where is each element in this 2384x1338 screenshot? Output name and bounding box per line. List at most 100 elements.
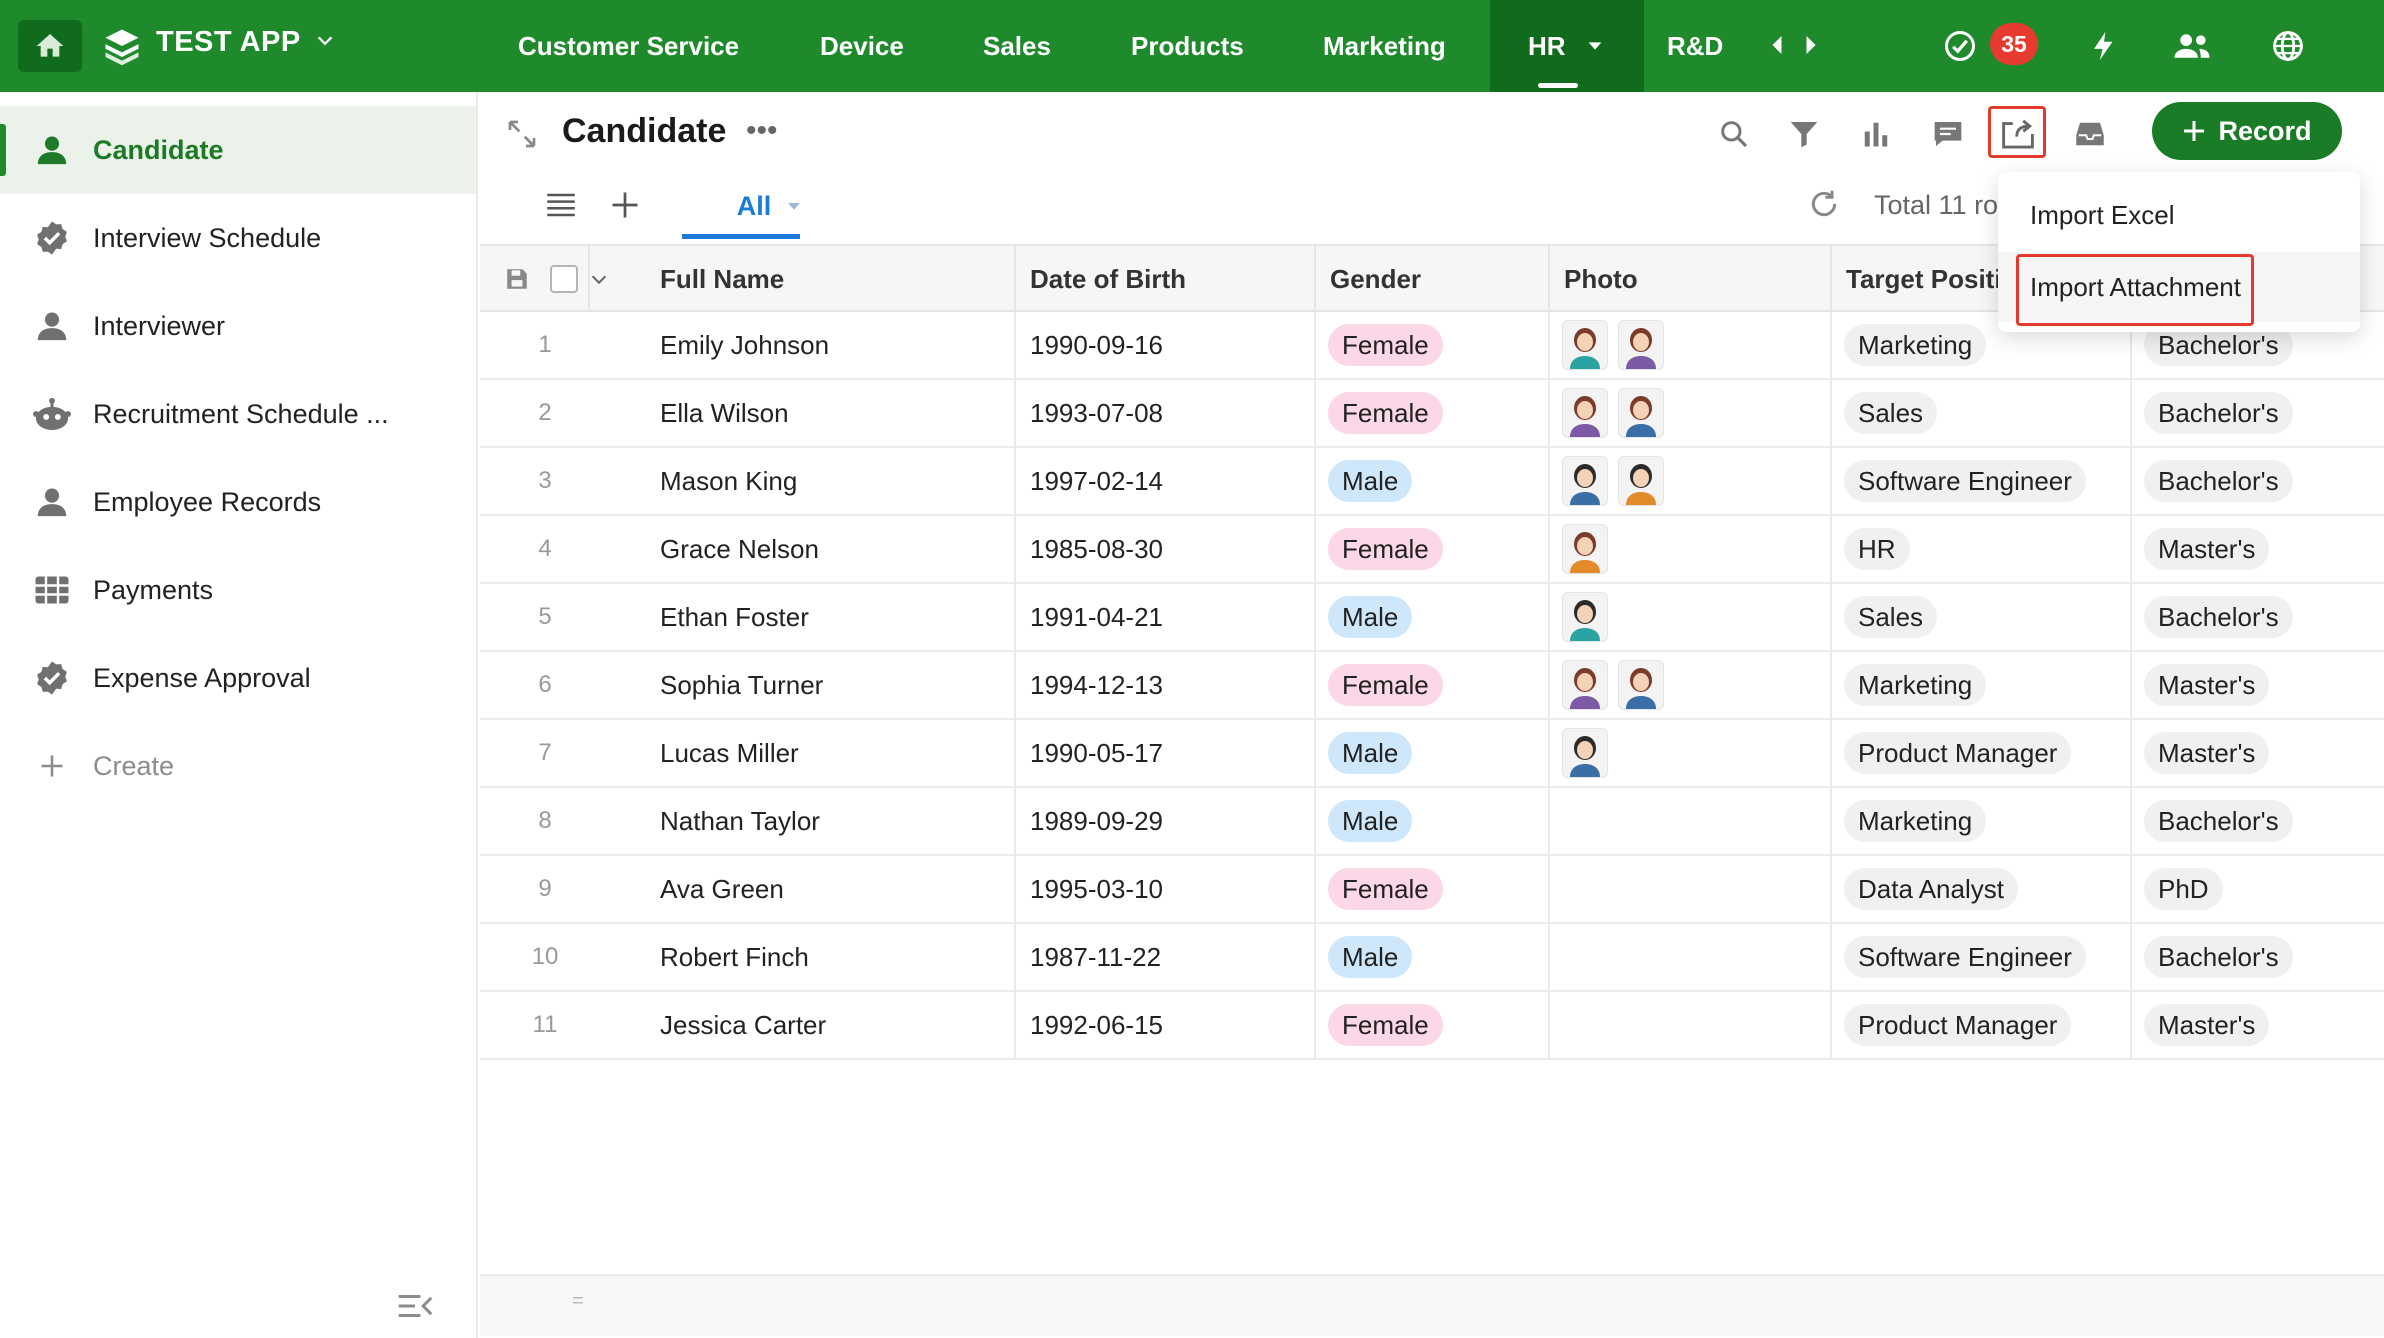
cell-date-of-birth[interactable]: 1987-11-22 (1016, 924, 1316, 990)
cell-target-position[interactable]: Product Manager (1832, 720, 2132, 786)
table-row[interactable]: 2 Ella Wilson 1993-07-08 Female Sales Bachelo… (480, 380, 2384, 448)
scroll-left-icon[interactable] (1768, 32, 1786, 58)
view-tab-all[interactable]: All (712, 180, 828, 232)
cell-photo[interactable] (1550, 312, 1832, 378)
cell-photo[interactable] (1550, 720, 1832, 786)
cell-date-of-birth[interactable]: 1994-12-13 (1016, 652, 1316, 718)
chevron-down-icon[interactable] (314, 30, 336, 52)
cell-target-position[interactable]: Data Analyst (1832, 856, 2132, 922)
cell-date-of-birth[interactable]: 1990-05-17 (1016, 720, 1316, 786)
cell-target-position[interactable]: HR (1832, 516, 2132, 582)
add-record-button[interactable]: Record (2152, 102, 2342, 160)
photo-thumbnail[interactable] (1618, 660, 1664, 710)
import-excel-option[interactable]: Import Excel (1998, 180, 2360, 250)
table-row[interactable]: 6 Sophia Turner 1994-12-13 Female Marketing M… (480, 652, 2384, 720)
nav-marketing[interactable]: Marketing (1323, 0, 1446, 92)
notification-badge[interactable]: 35 (1990, 23, 2038, 65)
cell-full-name[interactable]: Ella Wilson (646, 380, 1016, 446)
cell-full-name[interactable]: Mason King (646, 448, 1016, 514)
nav-hr[interactable]: HR (1490, 0, 1644, 92)
cell-photo[interactable] (1550, 516, 1832, 582)
cell-photo[interactable] (1550, 584, 1832, 650)
column-header-photo[interactable]: Photo (1550, 246, 1832, 312)
cell-date-of-birth[interactable]: 1997-02-14 (1016, 448, 1316, 514)
cell-gender[interactable]: Female (1316, 380, 1550, 446)
cell-photo[interactable] (1550, 652, 1832, 718)
save-icon[interactable] (504, 266, 530, 292)
sidebar-item-employee-records[interactable]: Employee Records (0, 458, 476, 546)
collapse-sidebar-icon[interactable] (396, 1292, 434, 1320)
cell-photo[interactable] (1550, 992, 1832, 1058)
select-all-control[interactable] (550, 246, 630, 312)
cell-full-name[interactable]: Jessica Carter (646, 992, 1016, 1058)
cell-date-of-birth[interactable]: 1992-06-15 (1016, 992, 1316, 1058)
cell-full-name[interactable]: Ethan Foster (646, 584, 1016, 650)
cell-target-position[interactable]: Marketing (1832, 652, 2132, 718)
sidebar-item-interview-schedule[interactable]: Interview Schedule (0, 194, 476, 282)
photo-thumbnail[interactable] (1562, 388, 1608, 438)
table-row[interactable]: 3 Mason King 1997-02-14 Male Software Engine… (480, 448, 2384, 516)
cell-date-of-birth[interactable]: 1993-07-08 (1016, 380, 1316, 446)
nav-rd[interactable]: R&D (1667, 0, 1723, 92)
sidebar-create-button[interactable]: Create (0, 722, 476, 810)
column-header-full-name[interactable]: Full Name (646, 246, 1016, 312)
cell-education[interactable]: Bachelor's (2132, 380, 2384, 446)
photo-thumbnail[interactable] (1618, 456, 1664, 506)
refresh-icon[interactable] (1808, 188, 1840, 220)
members-button[interactable] (2170, 24, 2214, 68)
summary-icon[interactable]: = (572, 1290, 584, 1313)
cell-gender[interactable]: Male (1316, 924, 1550, 990)
inbox-button[interactable] (2066, 110, 2114, 158)
nav-sales[interactable]: Sales (983, 0, 1051, 92)
column-header-gender[interactable]: Gender (1316, 246, 1550, 312)
cell-gender[interactable]: Female (1316, 312, 1550, 378)
cell-gender[interactable]: Male (1316, 584, 1550, 650)
photo-thumbnail[interactable] (1562, 728, 1608, 778)
cell-photo[interactable] (1550, 448, 1832, 514)
nav-customer-service[interactable]: Customer Service (518, 0, 739, 92)
cell-photo[interactable] (1550, 380, 1832, 446)
cell-target-position[interactable]: Software Engineer (1832, 924, 2132, 990)
language-button[interactable] (2266, 24, 2310, 68)
nav-products[interactable]: Products (1131, 0, 1244, 92)
column-header-date-of-birth[interactable]: Date of Birth (1016, 246, 1316, 312)
cell-education[interactable]: Bachelor's (2132, 584, 2384, 650)
expand-icon[interactable] (506, 118, 538, 150)
photo-thumbnail[interactable] (1562, 320, 1608, 370)
cell-target-position[interactable]: Software Engineer (1832, 448, 2132, 514)
table-row[interactable]: 11 Jessica Carter 1992-06-15 Female Product … (480, 992, 2384, 1060)
cell-gender[interactable]: Female (1316, 516, 1550, 582)
cell-education[interactable]: Master's (2132, 720, 2384, 786)
table-row[interactable]: 9 Ava Green 1995-03-10 Female Data Analyst Ph… (480, 856, 2384, 924)
photo-thumbnail[interactable] (1562, 456, 1608, 506)
cell-full-name[interactable]: Emily Johnson (646, 312, 1016, 378)
photo-thumbnail[interactable] (1618, 388, 1664, 438)
cell-education[interactable]: Master's (2132, 516, 2384, 582)
scroll-right-icon[interactable] (1802, 32, 1820, 58)
cell-target-position[interactable]: Sales (1832, 380, 2132, 446)
cell-date-of-birth[interactable]: 1995-03-10 (1016, 856, 1316, 922)
cell-target-position[interactable]: Sales (1832, 584, 2132, 650)
cell-photo[interactable] (1550, 788, 1832, 854)
cell-date-of-birth[interactable]: 1985-08-30 (1016, 516, 1316, 582)
photo-thumbnail[interactable] (1562, 592, 1608, 642)
view-list-icon[interactable] (546, 192, 576, 218)
cell-gender[interactable]: Female (1316, 856, 1550, 922)
comments-button[interactable] (1924, 110, 1972, 158)
cell-date-of-birth[interactable]: 1991-04-21 (1016, 584, 1316, 650)
table-row[interactable]: 4 Grace Nelson 1985-08-30 Female HR Master's (480, 516, 2384, 584)
cell-target-position[interactable]: Marketing (1832, 788, 2132, 854)
cell-full-name[interactable]: Robert Finch (646, 924, 1016, 990)
add-view-icon[interactable] (610, 190, 640, 220)
select-all-checkbox[interactable] (550, 265, 578, 293)
cell-gender[interactable]: Male (1316, 448, 1550, 514)
search-button[interactable] (1710, 110, 1758, 158)
table-row[interactable]: 5 Ethan Foster 1991-04-21 Male Sales Bachelor… (480, 584, 2384, 652)
cell-education[interactable]: Master's (2132, 992, 2384, 1058)
table-row[interactable]: 10 Robert Finch 1987-11-22 Male Software Eng… (480, 924, 2384, 992)
filter-button[interactable] (1780, 110, 1828, 158)
cell-photo[interactable] (1550, 856, 1832, 922)
photo-thumbnail[interactable] (1562, 524, 1608, 574)
cell-target-position[interactable]: Product Manager (1832, 992, 2132, 1058)
cell-full-name[interactable]: Grace Nelson (646, 516, 1016, 582)
